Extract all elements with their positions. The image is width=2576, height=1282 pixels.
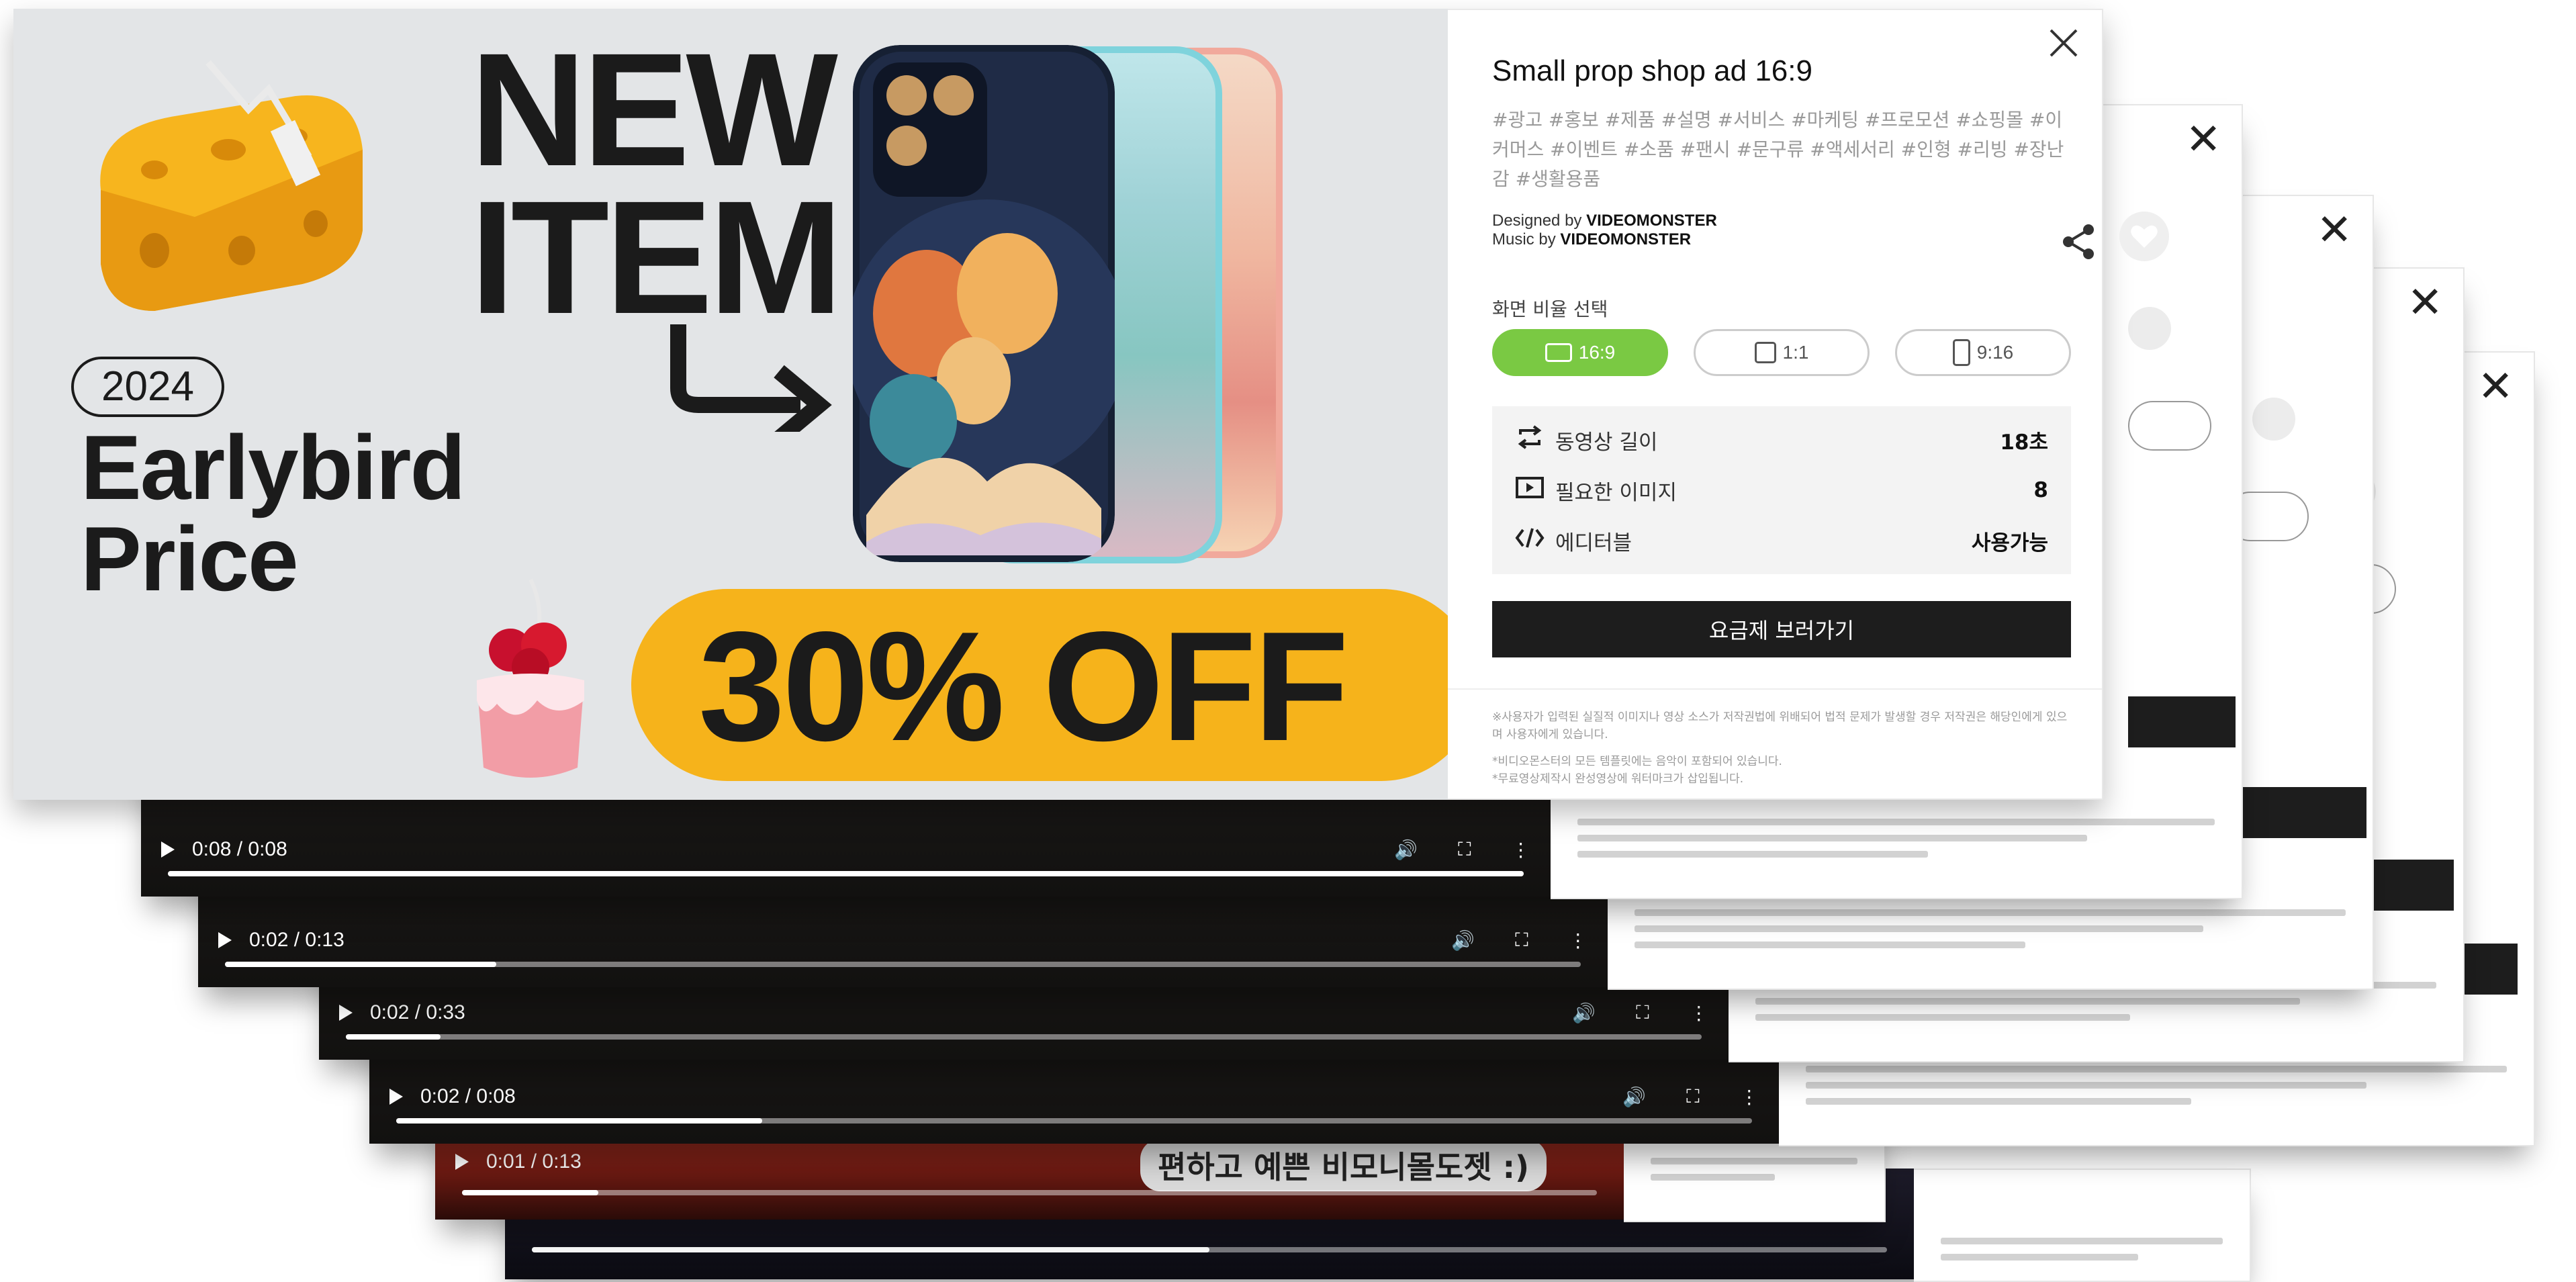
more-options-icon[interactable]: ⋮	[1512, 839, 1530, 861]
price-button[interactable]	[2225, 787, 2366, 838]
phone-case-image-1	[853, 45, 1115, 562]
volume-icon[interactable]: 🔊	[1622, 1086, 1646, 1108]
price-button[interactable]	[2127, 696, 2236, 747]
video-controls-3: 0:02 / 0:33 🔊 ⛶ ⋮	[339, 999, 1708, 1026]
template-detail-panel: Small prop shop ad 16:9 #광고 #홍보 #제품 #설명 …	[1448, 9, 2169, 800]
landscape-icon	[1545, 343, 1572, 362]
credits: Designed by VIDEOMONSTER Music by VIDEOM…	[1492, 212, 1717, 249]
favorite-icon[interactable]	[2127, 307, 2171, 350]
progress-bar-5[interactable]	[462, 1190, 1598, 1195]
headline-line-1: NEW	[470, 19, 838, 199]
hashtag-list[interactable]: #광고 #홍보 #제품 #설명 #서비스 #마케팅 #프로모션 #쇼핑몰 #이커…	[1492, 105, 2070, 194]
info-label: 필요한 이미지	[1555, 480, 1677, 505]
ratio-option-1-1[interactable]: 1:1	[1694, 329, 1870, 376]
ratio-option[interactable]	[2127, 401, 2211, 451]
video-controls-1: 0:08 / 0:08 🔊 ⛶ ⋮	[161, 836, 1530, 863]
headline-line-2: ITEM	[470, 167, 843, 347]
video-controls-4: 0:02 / 0:08 🔊 ⛶ ⋮	[389, 1083, 1759, 1110]
info-value: 사용가능	[1971, 531, 2048, 555]
close-icon[interactable]: ✕	[2316, 208, 2352, 251]
template-panel-6	[1914, 1169, 2251, 1282]
info-value: 8	[2033, 478, 2048, 502]
progress-bar-4[interactable]	[396, 1118, 1752, 1124]
play-icon[interactable]	[218, 932, 232, 948]
ratio-label: 16:9	[1578, 342, 1616, 363]
ratio-label: 9:16	[1976, 342, 2014, 363]
heart-icon	[2131, 225, 2158, 248]
ratio-option-16-9[interactable]: 16:9	[1492, 329, 1668, 376]
view-pricing-button[interactable]: 요금제 보러가기	[1492, 601, 2071, 657]
earlybird-text: Earlybird Price	[81, 416, 466, 610]
arrow-icon	[670, 324, 832, 432]
more-options-icon[interactable]: ⋮	[1569, 929, 1588, 952]
info-row-duration: 동영상 길이 18초	[1515, 420, 2048, 460]
portrait-icon	[1952, 339, 1970, 366]
info-label: 에디터블	[1555, 531, 1632, 555]
info-label: 동영상 길이	[1555, 430, 1658, 455]
close-icon[interactable]: ✕	[2185, 118, 2221, 161]
year-badge: 2024	[71, 357, 224, 417]
headline: NEW ITEM	[470, 19, 843, 347]
divider	[1448, 688, 2102, 690]
video-controls-2: 0:02 / 0:13 🔊 ⛶ ⋮	[218, 927, 1588, 954]
designed-by-label: Designed by	[1492, 212, 1582, 230]
video-controls-5: 0:01 / 0:13	[455, 1148, 1604, 1175]
progress-bar-6[interactable]	[532, 1247, 1888, 1252]
volume-icon[interactable]: 🔊	[1451, 929, 1475, 952]
play-icon[interactable]	[455, 1154, 469, 1170]
info-value: 18초	[2000, 430, 2048, 455]
more-options-icon[interactable]: ⋮	[1740, 1086, 1759, 1108]
square-icon	[1754, 342, 1776, 363]
template-preview[interactable]: NEW ITEM 2024 Earlybird Price 30% OFF	[13, 9, 1448, 800]
play-icon[interactable]	[339, 1005, 353, 1021]
ratio-option-9-16[interactable]: 9:16	[1895, 329, 2071, 376]
music-by-label: Music by	[1492, 230, 1556, 248]
fullscreen-icon[interactable]: ⛶	[1686, 1086, 1700, 1108]
disclaimer-line: ※사용자가 입력된 실질적 이미지나 영상 소스가 저작권법에 위배되어 법적 …	[1492, 711, 2068, 741]
fullscreen-icon[interactable]: ⛶	[1458, 839, 1471, 861]
earlybird-line-2: Price	[81, 508, 299, 610]
progress-bar-1[interactable]	[168, 871, 1524, 876]
repeat-icon	[1515, 425, 1555, 455]
play-icon[interactable]	[389, 1089, 403, 1105]
share-icon[interactable]	[2059, 222, 2099, 262]
video-time-1: 0:08 / 0:08	[192, 838, 287, 860]
progress-bar-2[interactable]	[225, 962, 1581, 967]
play-icon[interactable]	[161, 841, 175, 858]
close-icon[interactable]: ✕	[2477, 365, 2514, 408]
earlybird-line-1: Earlybird	[81, 416, 466, 518]
template-title: Small prop shop ad 16:9	[1492, 54, 1812, 87]
fullscreen-icon[interactable]: ⛶	[1515, 929, 1528, 952]
progress-bar-3[interactable]	[346, 1034, 1702, 1040]
more-options-icon[interactable]: ⋮	[1690, 1002, 1708, 1024]
close-icon[interactable]	[2047, 26, 2080, 60]
info-row-images: 필요한 이미지 8	[1515, 470, 2048, 510]
cake-image	[477, 578, 584, 778]
ratio-section-label: 화면 비율 선택	[1492, 298, 1608, 320]
music-author-name[interactable]: VIDEOMONSTER	[1560, 230, 1691, 248]
disclaimer-line: *비디오몬스터의 모든 템플릿에는 음악이 포함되어 있습니다.	[1492, 755, 1782, 768]
cheese-image	[100, 60, 363, 311]
info-row-editable: 에디터블 사용가능	[1515, 520, 2048, 561]
video-time-3: 0:02 / 0:33	[370, 1001, 465, 1023]
volume-icon[interactable]: 🔊	[1394, 839, 1418, 861]
template-card-main: NEW ITEM 2024 Earlybird Price 30% OFF Sm…	[13, 9, 2169, 800]
image-frame-icon	[1515, 475, 1555, 505]
fullscreen-icon[interactable]: ⛶	[1636, 1002, 1649, 1024]
video-time-5: 0:01 / 0:13	[486, 1150, 582, 1173]
designer-name[interactable]: VIDEOMONSTER	[1586, 212, 1717, 230]
disclaimer-line: *무료영상제작시 완성영상에 워터마크가 삽입됩니다.	[1492, 772, 1744, 786]
volume-icon[interactable]: 🔊	[1572, 1002, 1596, 1024]
discount-text: 30% OFF	[698, 600, 1349, 774]
favorite-button[interactable]	[2119, 212, 2169, 261]
template-info-box: 동영상 길이 18초 필요한 이미지 8 에디터블 사용가능	[1492, 406, 2071, 574]
video-time-4: 0:02 / 0:08	[420, 1085, 516, 1107]
favorite-icon[interactable]	[2252, 398, 2295, 441]
video-time-2: 0:02 / 0:13	[249, 929, 344, 951]
close-icon[interactable]: ✕	[2407, 281, 2443, 324]
code-icon	[1515, 526, 1555, 555]
ratio-label: 1:1	[1782, 342, 1809, 363]
disclaimer: ※사용자가 입력된 실질적 이미지나 영상 소스가 저작권법에 위배되어 법적 …	[1492, 708, 2071, 788]
